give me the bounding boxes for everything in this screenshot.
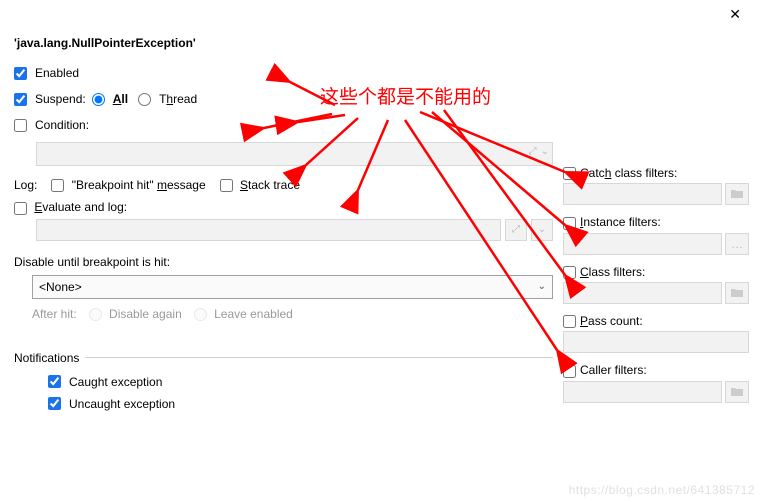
chevron-down-icon: ⌄: [541, 146, 549, 157]
disable-until-select[interactable]: <None> ⌄: [32, 275, 553, 299]
uncaught-exception-checkbox[interactable]: Uncaught exception: [48, 397, 175, 411]
watermark: https://blog.csdn.net/641385712: [569, 483, 755, 497]
instance-filters-checkbox[interactable]: Instance filters:: [563, 215, 661, 229]
log-label: Log:: [14, 178, 37, 192]
breakpoint-title: 'java.lang.NullPointerException': [14, 36, 553, 50]
suspend-all-radio[interactable]: All: [92, 92, 128, 106]
catch-class-filters-checkbox[interactable]: Catch class filters:: [563, 166, 677, 180]
caught-exception-checkbox[interactable]: Caught exception: [48, 375, 162, 389]
after-hit-label: After hit:: [32, 307, 77, 321]
caller-filters-checkbox[interactable]: Caller filters:: [563, 363, 647, 377]
disable-again-radio: Disable again: [89, 307, 182, 321]
catch-class-filters-input: [563, 183, 722, 205]
suspend-checkbox[interactable]: Suspend:: [14, 92, 86, 106]
stack-trace-checkbox[interactable]: Stack trace: [220, 178, 300, 192]
enabled-checkbox[interactable]: Enabled: [14, 66, 79, 80]
expand-icon: ⤢: [529, 146, 537, 157]
evaluate-log-input: [36, 219, 501, 241]
more-icon: …: [725, 233, 749, 255]
leave-enabled-radio: Leave enabled: [194, 307, 293, 321]
folder-icon: [725, 183, 749, 205]
folder-icon: [725, 381, 749, 403]
evaluate-log-checkbox[interactable]: Evaluate and log:: [14, 200, 127, 214]
condition-checkbox[interactable]: Condition:: [14, 118, 89, 132]
disable-until-label: Disable until breakpoint is hit:: [14, 255, 553, 269]
pass-count-input: [563, 331, 749, 353]
folder-icon: [725, 282, 749, 304]
chevron-down-icon: ⌄: [531, 219, 553, 241]
condition-input: [36, 142, 553, 166]
caller-filters-input: [563, 381, 722, 403]
close-button[interactable]: ✕: [717, 2, 753, 27]
instance-filters-input: [563, 233, 722, 255]
class-filters-checkbox[interactable]: Class filters:: [563, 265, 645, 279]
breakpoint-settings-panel: 'java.lang.NullPointerException' Enabled…: [0, 0, 761, 425]
chevron-down-icon: ⌄: [538, 281, 546, 292]
pass-count-checkbox[interactable]: Pass count:: [563, 314, 643, 328]
divider: [85, 357, 553, 358]
class-filters-input: [563, 282, 722, 304]
expand-icon: ⤢: [505, 219, 527, 241]
suspend-thread-radio[interactable]: Thread: [138, 92, 197, 106]
notifications-heading: Notifications: [14, 351, 79, 365]
breakpoint-hit-checkbox[interactable]: "Breakpoint hit" message: [51, 178, 205, 192]
